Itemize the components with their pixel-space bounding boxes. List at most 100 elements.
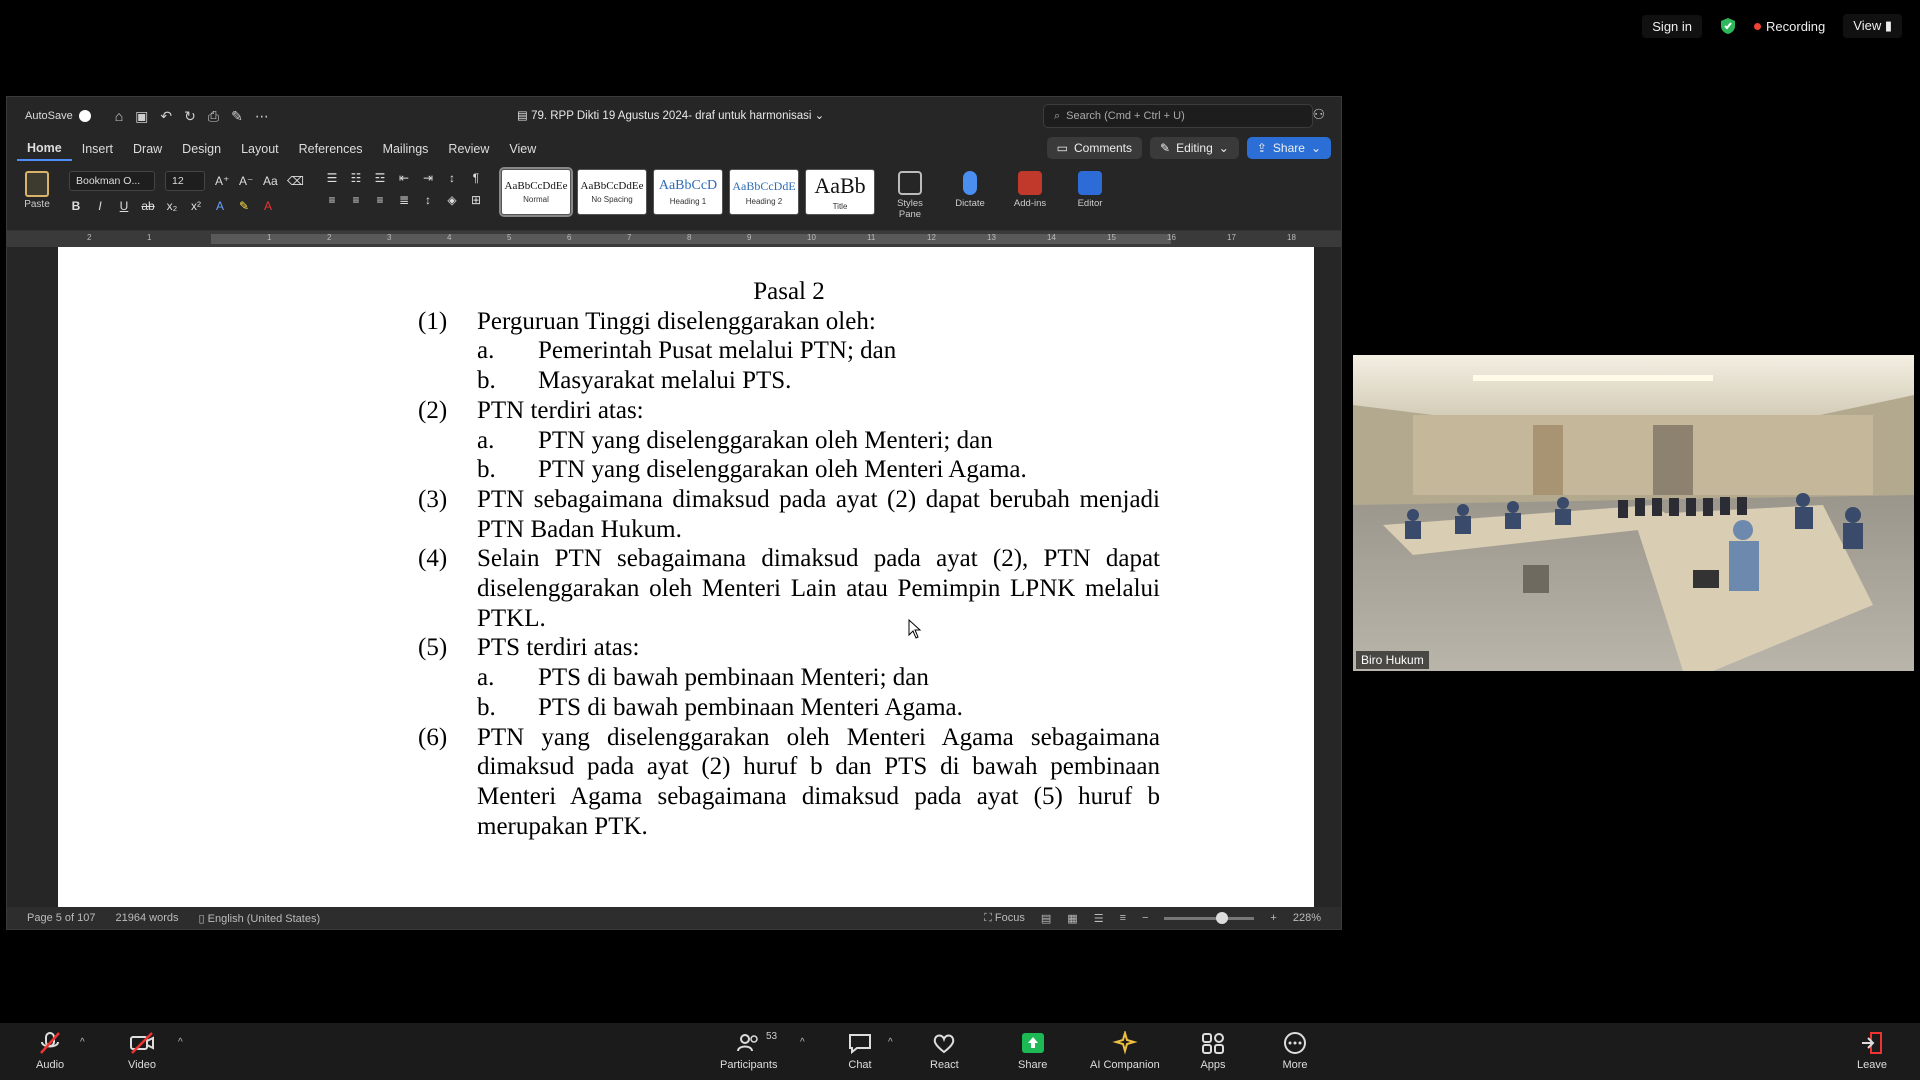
audio-button[interactable]: Audio xyxy=(36,1031,64,1071)
comments-button[interactable]: ▭ Comments xyxy=(1046,137,1143,159)
view-button[interactable]: View ▮ xyxy=(1843,14,1902,38)
more-icon[interactable]: ⋯ xyxy=(255,108,269,125)
tab-insert[interactable]: Insert xyxy=(72,138,123,160)
editing-button[interactable]: ✎ Editing ⌄ xyxy=(1150,137,1239,159)
increase-indent-icon[interactable]: ⇥ xyxy=(421,171,435,185)
numbering-icon[interactable]: ☷ xyxy=(349,171,363,185)
video-button[interactable]: Video xyxy=(128,1031,156,1071)
search-box[interactable]: ⌕ Search (Cmd + Ctrl + U) xyxy=(1043,104,1313,128)
dictate-button[interactable]: Dictate xyxy=(945,167,995,209)
bullets-icon[interactable]: ☰ xyxy=(325,171,339,185)
paragraph-text: PTN sebagaimana dimaksud pada ayat (2) d… xyxy=(477,485,1160,543)
participant-video[interactable]: Biro Hukum xyxy=(1353,355,1914,671)
clear-format-icon[interactable]: ⌫ xyxy=(287,174,304,188)
zoom-slider-knob[interactable] xyxy=(1216,911,1229,924)
style-normal[interactable]: AaBbCcDdEe Normal xyxy=(499,167,573,217)
chat-caret[interactable]: ^ xyxy=(888,1037,893,1048)
line-spacing-icon[interactable]: ↕ xyxy=(421,193,435,207)
recording-indicator[interactable]: Recording xyxy=(1754,19,1825,34)
style-no-spacing[interactable]: AaBbCcDdEe No Spacing xyxy=(577,169,647,215)
sort-icon[interactable]: ↕ xyxy=(445,171,459,185)
document-text[interactable]: Pasal 2 (1) Perguruan Tinggi diselenggara… xyxy=(418,277,1160,841)
save-icon[interactable]: ▣ xyxy=(135,108,148,125)
underline-icon[interactable]: U xyxy=(117,199,131,213)
print-layout-icon[interactable]: ▤ xyxy=(1041,912,1051,925)
italic-icon[interactable]: I xyxy=(93,199,107,213)
word-count[interactable]: 21964 words xyxy=(116,912,179,924)
microphone-icon xyxy=(963,171,977,195)
zoom-level[interactable]: 228% xyxy=(1293,912,1321,924)
font-color-icon[interactable]: A xyxy=(261,199,275,213)
outline-icon[interactable]: ☰ xyxy=(1094,912,1104,925)
paste-button[interactable]: Paste xyxy=(15,167,59,210)
tab-draw[interactable]: Draw xyxy=(123,138,172,160)
shading-icon[interactable]: ◈ xyxy=(445,193,459,207)
apps-button[interactable]: Apps xyxy=(1200,1031,1226,1071)
styles-pane-button[interactable]: Styles Pane xyxy=(885,167,935,220)
subscript-icon[interactable]: x₂ xyxy=(165,199,179,213)
print-icon[interactable]: ⎙ xyxy=(208,108,219,125)
tab-review[interactable]: Review xyxy=(438,138,499,160)
style-heading-2[interactable]: AaBbCcDdE Heading 2 xyxy=(729,169,799,215)
add-ins-button[interactable]: Add-ins xyxy=(1005,167,1055,209)
bold-icon[interactable]: B xyxy=(69,199,83,213)
multilevel-list-icon[interactable]: ☲ xyxy=(373,171,387,185)
shrink-font-icon[interactable]: A⁻ xyxy=(239,174,253,188)
sign-in-button[interactable]: Sign in xyxy=(1642,14,1703,38)
change-case-icon[interactable]: Aa xyxy=(263,174,278,188)
zoom-in-icon[interactable]: + xyxy=(1270,912,1276,924)
heart-icon xyxy=(934,1034,955,1054)
superscript-icon[interactable]: x² xyxy=(189,199,203,213)
zoom-out-icon[interactable]: − xyxy=(1142,912,1148,924)
align-right-icon[interactable]: ≡ xyxy=(373,193,387,207)
leave-button[interactable]: Leave xyxy=(1857,1031,1887,1071)
font-name-select[interactable]: Bookman O... xyxy=(69,171,155,191)
zoom-slider[interactable] xyxy=(1164,911,1255,924)
edit-icon[interactable]: ✎ xyxy=(231,108,243,125)
undo-icon[interactable]: ↶ xyxy=(160,108,172,125)
tab-design[interactable]: Design xyxy=(172,138,231,160)
style-heading-1[interactable]: AaBbCcD Heading 1 xyxy=(653,169,723,215)
text-effects-icon[interactable]: A xyxy=(213,199,227,213)
tab-home[interactable]: Home xyxy=(17,137,72,161)
decrease-indent-icon[interactable]: ⇤ xyxy=(397,171,411,185)
page-count[interactable]: Page 5 of 107 xyxy=(27,912,96,924)
justify-icon[interactable]: ≣ xyxy=(397,193,411,207)
chat-button[interactable]: Chat xyxy=(847,1031,873,1071)
audio-options-caret[interactable]: ^ xyxy=(80,1037,85,1048)
align-left-icon[interactable]: ≡ xyxy=(325,193,339,207)
autosave-toggle[interactable]: AutoSave xyxy=(25,110,91,122)
highlight-icon[interactable]: ✎ xyxy=(237,199,251,213)
document-title[interactable]: ▤ 79. RPP Dikti 19 Agustus 2024- draf un… xyxy=(517,108,824,122)
style-title[interactable]: AaBb Title xyxy=(805,169,875,215)
web-layout-icon[interactable]: ▦ xyxy=(1067,912,1077,925)
tab-references[interactable]: References xyxy=(289,138,373,160)
tab-mailings[interactable]: Mailings xyxy=(373,138,439,160)
font-size-select[interactable]: 12 xyxy=(165,171,205,191)
document-page[interactable]: Pasal 2 (1) Perguruan Tinggi diselenggara… xyxy=(58,247,1314,909)
borders-icon[interactable]: ⊞ xyxy=(469,193,483,207)
align-center-icon[interactable]: ≡ xyxy=(349,193,363,207)
tab-view[interactable]: View xyxy=(499,138,546,160)
share-link-icon[interactable]: ⚇ xyxy=(1312,106,1325,123)
styles-gallery: AaBbCcDdEe Normal AaBbCcDdEe No Spacing Aa… xyxy=(499,167,875,217)
participants-caret[interactable]: ^ xyxy=(800,1037,805,1048)
ruler[interactable]: 2 1 1 2 3 4 5 6 7 8 9 10 11 12 13 14 15 … xyxy=(7,231,1341,247)
share-button[interactable]: ⇪ Share ⌄ xyxy=(1246,137,1331,159)
editor-button[interactable]: Editor xyxy=(1065,167,1115,209)
more-button[interactable]: More xyxy=(1282,1031,1308,1071)
ai-companion-button[interactable]: AI Companion xyxy=(1090,1031,1160,1071)
home-icon[interactable]: ⌂ xyxy=(115,108,123,125)
share-screen-button[interactable]: Share xyxy=(1018,1031,1047,1071)
video-options-caret[interactable]: ^ xyxy=(178,1037,183,1048)
draft-icon[interactable]: ≡ xyxy=(1120,912,1126,924)
react-button[interactable]: React xyxy=(930,1031,959,1071)
redo-icon[interactable]: ↻ xyxy=(184,108,196,125)
language[interactable]: ▯ English (United States) xyxy=(199,912,321,925)
shield-icon xyxy=(1721,18,1736,34)
grow-font-icon[interactable]: A⁺ xyxy=(215,174,229,188)
strikethrough-icon[interactable]: ab xyxy=(141,199,155,213)
pilcrow-icon[interactable]: ¶ xyxy=(469,171,483,185)
focus-button[interactable]: ⛶ Focus xyxy=(984,912,1025,925)
tab-layout[interactable]: Layout xyxy=(231,138,289,160)
